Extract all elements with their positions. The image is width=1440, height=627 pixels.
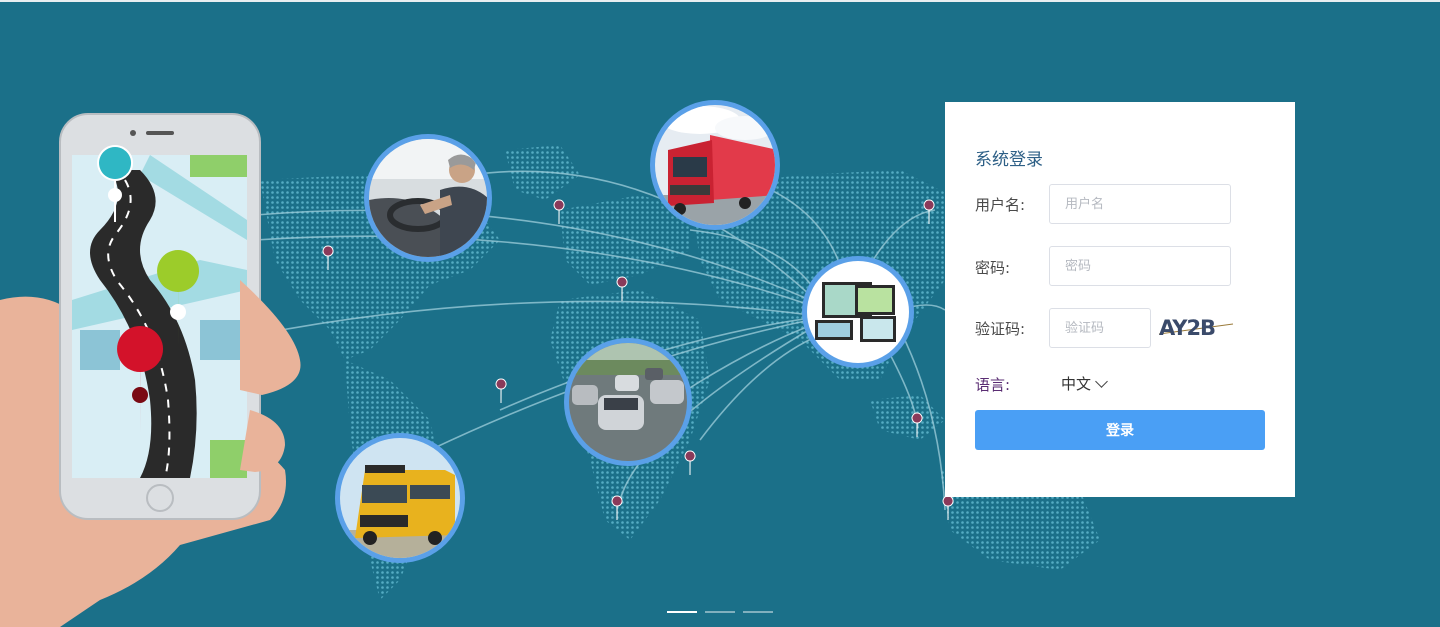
login-button[interactable]: 登录 bbox=[975, 410, 1265, 450]
carousel-indicators bbox=[667, 611, 773, 613]
truck-photo bbox=[650, 100, 780, 230]
cars-photo bbox=[564, 338, 692, 466]
language-value: 中文 bbox=[1061, 375, 1092, 393]
phone-map-illustration bbox=[0, 113, 301, 627]
devices-photo bbox=[802, 256, 914, 368]
username-input[interactable] bbox=[1049, 184, 1231, 224]
login-title: 系统登录 bbox=[975, 150, 1043, 170]
username-label: 用户名: bbox=[975, 196, 1026, 214]
login-card: 系统登录 用户名: 密码: 验证码: AY2B 语言: 中文 登录 bbox=[945, 102, 1295, 497]
password-input[interactable] bbox=[1049, 246, 1231, 286]
language-select[interactable]: 中文 bbox=[1061, 373, 1108, 394]
login-page: 系统登录 用户名: 密码: 验证码: AY2B 语言: 中文 登录 bbox=[0, 0, 1440, 627]
captcha-image[interactable]: AY2B bbox=[1157, 312, 1237, 342]
driver-photo bbox=[364, 134, 492, 262]
language-label: 语言: bbox=[975, 376, 1011, 394]
carousel-dot-2[interactable] bbox=[705, 611, 735, 613]
captcha-text: AY2B bbox=[1159, 316, 1215, 340]
captcha-input[interactable] bbox=[1049, 308, 1151, 348]
chevron-down-icon bbox=[1095, 374, 1108, 388]
password-label: 密码: bbox=[975, 259, 1011, 277]
school-bus-photo bbox=[335, 433, 465, 563]
carousel-dot-1[interactable] bbox=[667, 611, 697, 613]
captcha-label: 验证码: bbox=[975, 320, 1026, 338]
carousel-dot-3[interactable] bbox=[743, 611, 773, 613]
